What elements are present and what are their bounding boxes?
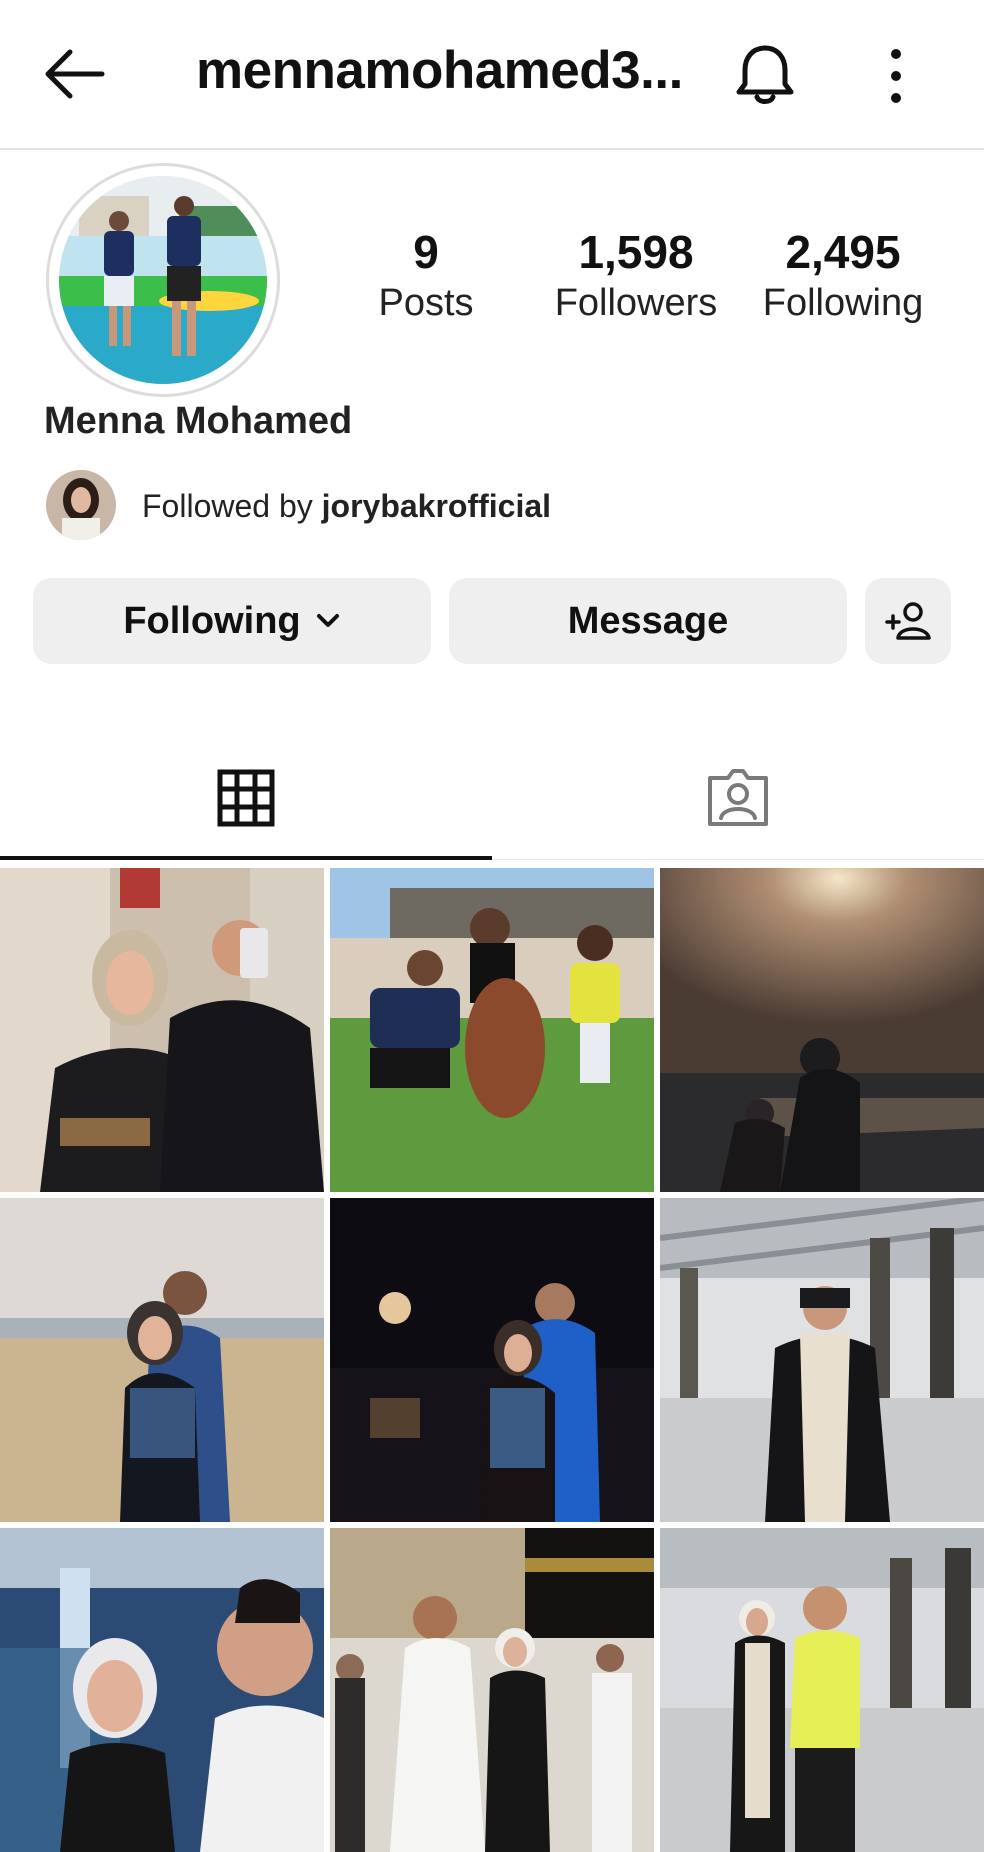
- following-button-label: Following: [123, 599, 301, 642]
- stat-posts-value: 9: [413, 226, 439, 278]
- post-thumbnail[interactable]: [660, 1198, 984, 1522]
- avatar-photo: [59, 176, 267, 384]
- post-thumbnail[interactable]: [330, 1528, 654, 1852]
- suggest-people-button[interactable]: [865, 578, 951, 664]
- grid-icon: [217, 769, 275, 832]
- profile-avatar[interactable]: [46, 163, 280, 397]
- tab-tagged[interactable]: [492, 740, 984, 860]
- back-arrow-icon[interactable]: [40, 44, 110, 104]
- post-thumbnail[interactable]: [660, 1528, 984, 1852]
- stat-posts-label: Posts: [378, 281, 474, 324]
- post-thumbnail[interactable]: [660, 868, 984, 1192]
- profile-full-name: Menna Mohamed: [44, 400, 353, 442]
- stat-followers[interactable]: 1,598 Followers: [542, 226, 730, 328]
- stat-following-label: Following: [762, 281, 924, 324]
- post-thumbnail[interactable]: [330, 868, 654, 1192]
- message-button[interactable]: Message: [449, 578, 847, 664]
- stat-following[interactable]: 2,495 Following: [752, 226, 934, 328]
- bell-icon[interactable]: [730, 42, 800, 108]
- stat-posts[interactable]: 9 Posts: [364, 226, 488, 328]
- message-button-label: Message: [567, 599, 729, 642]
- top-bar: mennamohamed3...: [0, 0, 984, 150]
- chevron-down-icon: [315, 612, 341, 630]
- post-thumbnail[interactable]: [0, 1198, 324, 1522]
- tagged-person-icon: [706, 766, 770, 833]
- mutual-follower-avatar[interactable]: [46, 470, 116, 540]
- stat-followers-value: 1,598: [578, 226, 694, 278]
- following-button[interactable]: Following: [33, 578, 431, 664]
- post-thumbnail[interactable]: [0, 868, 324, 1192]
- more-vertical-icon[interactable]: [868, 44, 924, 108]
- profile-username: mennamohamed3...: [196, 41, 683, 100]
- followed-by-username[interactable]: jorybakrofficial: [322, 488, 551, 524]
- active-tab-indicator: [0, 856, 492, 860]
- post-thumbnail[interactable]: [0, 1528, 324, 1852]
- followed-by-text[interactable]: Followed by jorybakrofficial: [142, 488, 551, 525]
- followed-by-prefix: Followed by: [142, 488, 322, 524]
- tab-posts-grid[interactable]: [0, 740, 492, 860]
- stat-following-value: 2,495: [785, 226, 901, 278]
- stat-followers-label: Followers: [554, 281, 718, 324]
- post-thumbnail[interactable]: [330, 1198, 654, 1522]
- add-person-icon: [883, 600, 933, 642]
